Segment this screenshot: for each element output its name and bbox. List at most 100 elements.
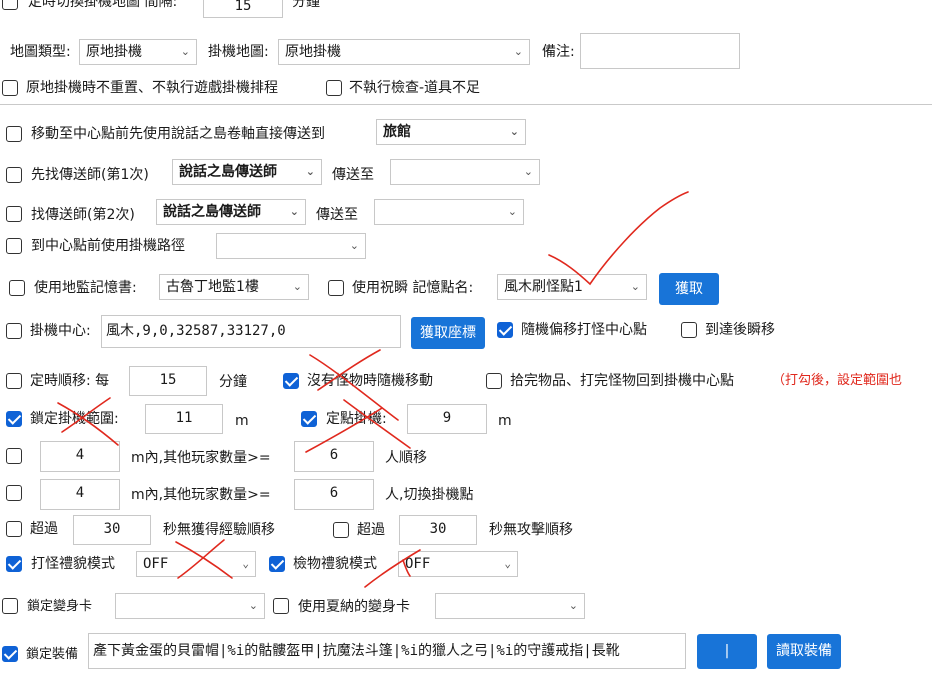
dungeon-memory-value: 古魯丁地監1樓	[166, 279, 259, 295]
no-reset-checkbox[interactable]	[2, 80, 18, 96]
chevron-down-icon: ⌄	[630, 280, 640, 293]
map-switch-unit: 分鐘	[292, 0, 320, 10]
idle-map-select[interactable]: 原地掛機 ⌄	[278, 39, 530, 65]
lock-range-input[interactable]: 11	[145, 404, 223, 434]
timed-move-unit: 分鐘	[219, 374, 247, 390]
map-switch-interval-input[interactable]: 15	[203, 0, 283, 18]
bless-memory-select[interactable]: 風木刷怪點1 ⌄	[497, 274, 647, 300]
teleporter-2-select[interactable]: 說話之島傳送師 ⌄	[156, 199, 306, 225]
players-move-range-input[interactable]: 4	[40, 441, 120, 472]
exp-timeout-label: 超過	[30, 521, 58, 537]
teleport-scroll-label: 移動至中心點前先使用說話之島卷軸直接傳送到	[31, 126, 325, 142]
get-memory-button[interactable]: 獲取	[659, 273, 719, 305]
teleport-destination-select[interactable]: 旅館 ⌄	[376, 119, 526, 145]
chevron-down-icon: ⌄	[349, 239, 359, 252]
teleport-to-2-select[interactable]: ⌄	[374, 199, 524, 225]
find-teleporter-1-checkbox[interactable]	[6, 167, 22, 183]
summer-transform-select[interactable]: ⌄	[435, 593, 585, 619]
no-check-label: 不執行檢查-道具不足	[349, 80, 481, 96]
players-switch-suffix: 人,切換掛機點	[385, 487, 474, 503]
chevron-down-icon: ⌄	[523, 165, 533, 178]
dungeon-memory-select[interactable]: 古魯丁地監1樓 ⌄	[159, 274, 309, 300]
attack-timeout-checkbox[interactable]	[333, 522, 349, 538]
fight-courtesy-select[interactable]: OFF ⌄	[136, 551, 256, 577]
map-type-select[interactable]: 原地掛機 ⌄	[79, 39, 197, 65]
pick-courtesy-select[interactable]: OFF ⌄	[398, 551, 518, 577]
players-switch-checkbox[interactable]	[6, 485, 22, 501]
center-coordinates-input[interactable]: 風木,9,0,32587,33127,0	[101, 315, 401, 348]
chevron-down-icon: ⌄	[305, 165, 315, 178]
timed-map-switch-label: 定時切換掛機地圖 間隔:	[28, 0, 178, 10]
fight-courtesy-checkbox[interactable]	[6, 556, 22, 572]
equip-list-input[interactable]: 產下黃金蛋的貝雷帽|%i的骷髏盔甲|抗魔法斗篷|%i的獵人之弓|%i的守護戒指|…	[88, 633, 686, 669]
chevron-down-icon: ⌄	[180, 45, 190, 58]
timed-move-interval-input[interactable]: 15	[129, 366, 207, 396]
note-input[interactable]	[580, 33, 740, 69]
note-label: 備注:	[542, 44, 575, 60]
bless-memory-value: 風木刷怪點1	[504, 279, 583, 295]
return-center-checkbox[interactable]	[486, 373, 502, 389]
fight-courtesy-value: OFF	[143, 556, 169, 572]
path-select[interactable]: ⌄	[216, 233, 366, 259]
exp-timeout-checkbox[interactable]	[6, 521, 22, 537]
exp-timeout-input[interactable]: 30	[73, 515, 151, 545]
lock-range-unit: m	[235, 413, 249, 429]
chevron-down-icon: ⌄	[504, 557, 511, 570]
map-type-value: 原地掛機	[86, 44, 142, 60]
players-move-count-input[interactable]: 6	[294, 441, 374, 472]
timed-move-label: 定時順移: 每	[30, 373, 110, 389]
chevron-down-icon: ⌄	[568, 599, 578, 612]
teleport-to-1-select[interactable]: ⌄	[390, 159, 540, 185]
fixed-point-label: 定點掛機:	[326, 411, 387, 427]
dungeon-memory-label: 使用地監記憶書:	[34, 280, 137, 296]
players-switch-range-input[interactable]: 4	[40, 479, 120, 510]
chevron-down-icon: ⌄	[509, 125, 519, 138]
teleport-to-2-label: 傳送至	[316, 207, 358, 223]
players-move-checkbox[interactable]	[6, 448, 22, 464]
fight-courtesy-label: 打怪禮貌模式	[31, 556, 115, 572]
find-teleporter-1-label: 先找傳送師(第1次)	[31, 167, 149, 183]
fixed-point-unit: m	[498, 413, 512, 429]
chevron-down-icon: ⌄	[513, 45, 523, 58]
use-path-checkbox[interactable]	[6, 238, 22, 254]
get-coordinates-button[interactable]: 獲取座標	[411, 317, 485, 349]
teleport-on-arrive-checkbox[interactable]	[681, 322, 697, 338]
summer-transform-label: 使用夏納的變身卡	[298, 599, 410, 615]
lock-equip-checkbox[interactable]	[2, 646, 18, 662]
bless-teleport-checkbox[interactable]	[328, 280, 344, 296]
random-move-checkbox[interactable]	[283, 373, 299, 389]
pick-courtesy-checkbox[interactable]	[269, 556, 285, 572]
no-reset-label: 原地掛機時不重置、不執行遊戲掛機排程	[26, 80, 278, 96]
fixed-point-input[interactable]: 9	[407, 404, 487, 434]
center-checkbox[interactable]	[6, 323, 22, 339]
chevron-down-icon: ⌄	[289, 205, 299, 218]
equip-separator-button[interactable]: |	[697, 634, 757, 669]
lock-transform-checkbox[interactable]	[2, 598, 18, 614]
fixed-point-checkbox[interactable]	[301, 411, 317, 427]
lock-transform-select[interactable]: ⌄	[115, 593, 265, 619]
timed-move-checkbox[interactable]	[6, 373, 22, 389]
teleport-scroll-checkbox[interactable]	[6, 126, 22, 142]
lock-range-checkbox[interactable]	[6, 411, 22, 427]
attack-timeout-input[interactable]: 30	[399, 515, 477, 545]
lock-equip-label: 鎖定裝備	[26, 647, 79, 662]
summer-transform-checkbox[interactable]	[273, 598, 289, 614]
pick-courtesy-value: OFF	[405, 556, 431, 572]
no-check-checkbox[interactable]	[326, 80, 342, 96]
chevron-down-icon: ⌄	[507, 205, 517, 218]
find-teleporter-2-checkbox[interactable]	[6, 206, 22, 222]
random-offset-checkbox[interactable]	[497, 322, 513, 338]
pick-courtesy-label: 檢物禮貌模式	[293, 556, 377, 572]
attack-timeout-label: 超過	[357, 522, 385, 538]
players-move-label: m內,其他玩家數量>=	[131, 450, 271, 466]
attack-timeout-suffix: 秒無攻擊順移	[489, 522, 573, 538]
section-divider	[0, 104, 932, 105]
timed-map-switch-checkbox[interactable]	[2, 0, 18, 10]
read-equip-button[interactable]: 讀取裝備	[767, 634, 841, 669]
teleport-to-1-label: 傳送至	[332, 167, 374, 183]
teleporter-1-select[interactable]: 說話之島傳送師 ⌄	[172, 159, 322, 185]
chevron-down-icon: ⌄	[242, 557, 249, 570]
players-switch-count-input[interactable]: 6	[294, 479, 374, 510]
dungeon-memory-checkbox[interactable]	[9, 280, 25, 296]
lock-transform-label: 鎖定變身卡	[27, 599, 93, 614]
